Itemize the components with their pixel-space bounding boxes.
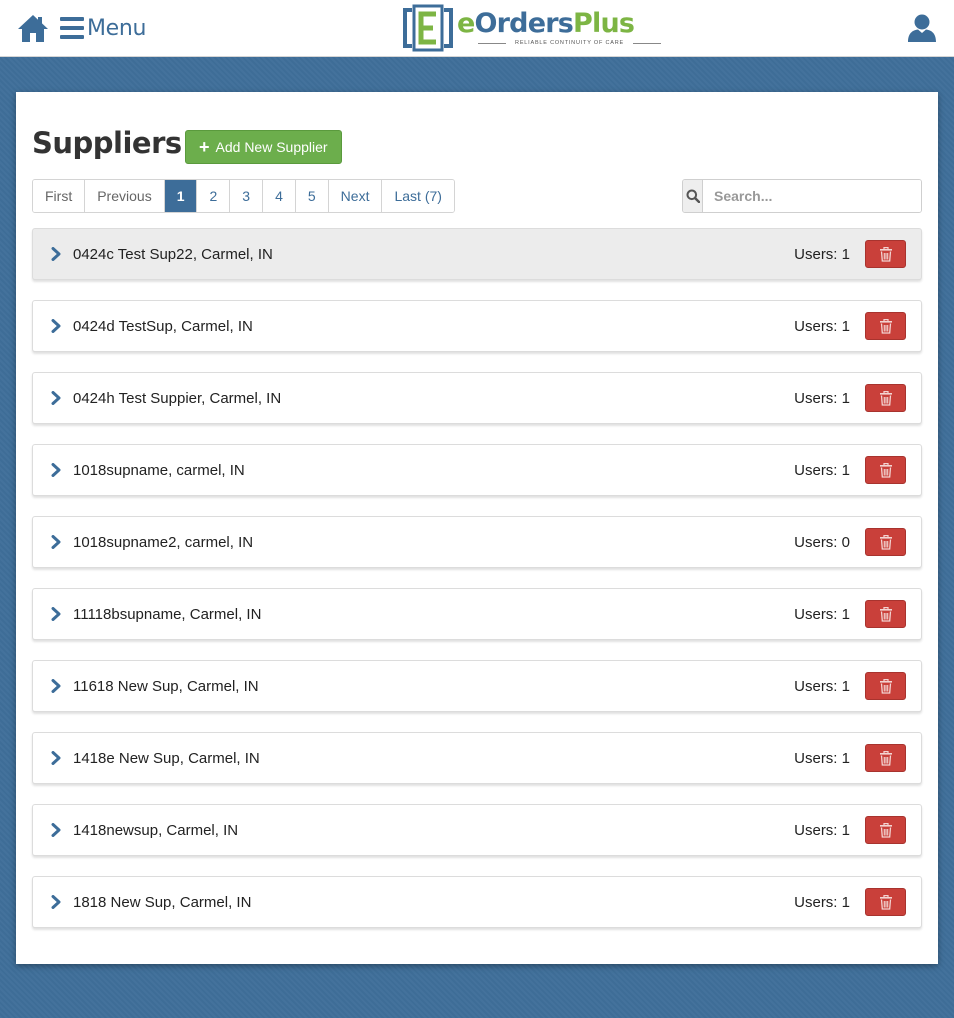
supplier-name: 0424d TestSup, Carmel, IN — [73, 318, 253, 335]
supplier-name: 0424c Test Sup22, Carmel, IN — [73, 246, 273, 263]
trash-icon — [879, 606, 893, 622]
supplier-name: 0424h Test Suppier, Carmel, IN — [73, 390, 282, 407]
trash-icon — [879, 678, 893, 694]
search-input[interactable] — [703, 180, 921, 212]
supplier-name: 1818 New Sup, Carmel, IN — [73, 894, 252, 911]
supplier-user-count: Users: 1 — [794, 894, 850, 911]
chevron-right-icon[interactable] — [51, 679, 61, 693]
supplier-name: 1018supname2, carmel, IN — [73, 534, 254, 551]
supplier-user-count: Users: 0 — [794, 534, 850, 551]
suppliers-panel: Suppliers + Add New Supplier First Previ… — [16, 92, 938, 964]
menu-button[interactable]: Menu — [60, 12, 147, 44]
chevron-right-icon[interactable] — [51, 823, 61, 837]
supplier-user-count: Users: 1 — [794, 462, 850, 479]
trash-icon — [879, 894, 893, 910]
pagination-page-2[interactable]: 2 — [197, 180, 231, 212]
supplier-row[interactable]: 0424d TestSup, Carmel, IN Users: 1 — [32, 300, 922, 352]
trash-icon — [879, 462, 893, 478]
delete-supplier-button[interactable] — [865, 528, 906, 556]
add-new-supplier-label: Add New Supplier — [215, 139, 328, 155]
trash-icon — [879, 390, 893, 406]
delete-supplier-button[interactable] — [865, 744, 906, 772]
trash-icon — [879, 318, 893, 334]
supplier-row[interactable]: 11618 New Sup, Carmel, IN Users: 1 — [32, 660, 922, 712]
pagination-page-1[interactable]: 1 — [164, 180, 198, 212]
trash-icon — [879, 246, 893, 262]
supplier-row[interactable]: 1018supname2, carmel, IN Users: 0 — [32, 516, 922, 568]
chevron-right-icon[interactable] — [51, 535, 61, 549]
supplier-user-count: Users: 1 — [794, 750, 850, 767]
delete-supplier-button[interactable] — [865, 888, 906, 916]
chevron-right-icon[interactable] — [51, 607, 61, 621]
chevron-right-icon[interactable] — [51, 895, 61, 909]
supplier-row[interactable]: 11118bsupname, Carmel, IN Users: 1 — [32, 588, 922, 640]
delete-supplier-button[interactable] — [865, 816, 906, 844]
pagination-last[interactable]: Last (7) — [382, 180, 454, 212]
chevron-right-icon[interactable] — [51, 751, 61, 765]
pagination: First Previous 1 2 3 4 5 Next Last (7) — [32, 179, 455, 213]
supplier-row[interactable]: 0424h Test Suppier, Carmel, IN Users: 1 — [32, 372, 922, 424]
trash-icon — [879, 822, 893, 838]
delete-supplier-button[interactable] — [865, 384, 906, 412]
delete-supplier-button[interactable] — [865, 456, 906, 484]
chevron-right-icon[interactable] — [51, 463, 61, 477]
pagination-page-5[interactable]: 5 — [295, 180, 329, 212]
plus-icon: + — [199, 137, 210, 157]
pagination-page-3[interactable]: 3 — [230, 180, 264, 212]
add-new-supplier-button[interactable]: + Add New Supplier — [185, 130, 342, 164]
pagination-previous[interactable]: Previous — [85, 180, 165, 212]
page-title: Suppliers — [32, 126, 182, 160]
supplier-user-count: Users: 1 — [794, 390, 850, 407]
pagination-first[interactable]: First — [33, 180, 86, 212]
supplier-row[interactable]: 1818 New Sup, Carmel, IN Users: 1 — [32, 876, 922, 928]
delete-supplier-button[interactable] — [865, 600, 906, 628]
supplier-user-count: Users: 1 — [794, 246, 850, 263]
home-button[interactable] — [17, 12, 49, 44]
chevron-right-icon[interactable] — [51, 247, 61, 261]
eordersplus-logo[interactable]: eOrdersPlus RELIABLE CONTINUITY OF CARE — [402, 4, 661, 52]
supplier-row[interactable]: 1418e New Sup, Carmel, IN Users: 1 — [32, 732, 922, 784]
search-addon[interactable] — [683, 180, 703, 212]
search-box — [682, 179, 922, 213]
supplier-name: 11118bsupname, Carmel, IN — [73, 606, 262, 623]
supplier-user-count: Users: 1 — [794, 678, 850, 695]
logo-wordmark: eOrdersPlus — [457, 8, 635, 39]
user-account-button[interactable] — [906, 12, 938, 44]
delete-supplier-button[interactable] — [865, 672, 906, 700]
menu-label: Menu — [87, 15, 147, 41]
supplier-user-count: Users: 1 — [794, 822, 850, 839]
top-navbar: Menu eOrdersPlus RELIABLE CONTINUITY OF … — [0, 0, 954, 57]
trash-icon — [879, 750, 893, 766]
chevron-right-icon[interactable] — [51, 391, 61, 405]
supplier-user-count: Users: 1 — [794, 606, 850, 623]
delete-supplier-button[interactable] — [865, 312, 906, 340]
logo-mark-icon — [403, 4, 453, 52]
supplier-user-count: Users: 1 — [794, 318, 850, 335]
chevron-right-icon[interactable] — [51, 319, 61, 333]
user-icon — [908, 14, 936, 42]
supplier-name: 1418newsup, Carmel, IN — [73, 822, 239, 839]
supplier-row[interactable]: 0424c Test Sup22, Carmel, IN Users: 1 — [32, 228, 922, 280]
supplier-name: 1418e New Sup, Carmel, IN — [73, 750, 260, 767]
delete-supplier-button[interactable] — [865, 240, 906, 268]
trash-icon — [879, 534, 893, 550]
home-icon — [18, 15, 48, 42]
supplier-row[interactable]: 1418newsup, Carmel, IN Users: 1 — [32, 804, 922, 856]
supplier-name: 1018supname, carmel, IN — [73, 462, 245, 479]
supplier-name: 11618 New Sup, Carmel, IN — [73, 678, 259, 695]
pagination-next[interactable]: Next — [328, 180, 383, 212]
supplier-row[interactable]: 1018supname, carmel, IN Users: 1 — [32, 444, 922, 496]
search-icon — [686, 189, 700, 203]
pagination-page-4[interactable]: 4 — [263, 180, 296, 212]
logo-tagline: RELIABLE CONTINUITY OF CARE — [478, 40, 661, 46]
hamburger-icon — [60, 17, 84, 39]
